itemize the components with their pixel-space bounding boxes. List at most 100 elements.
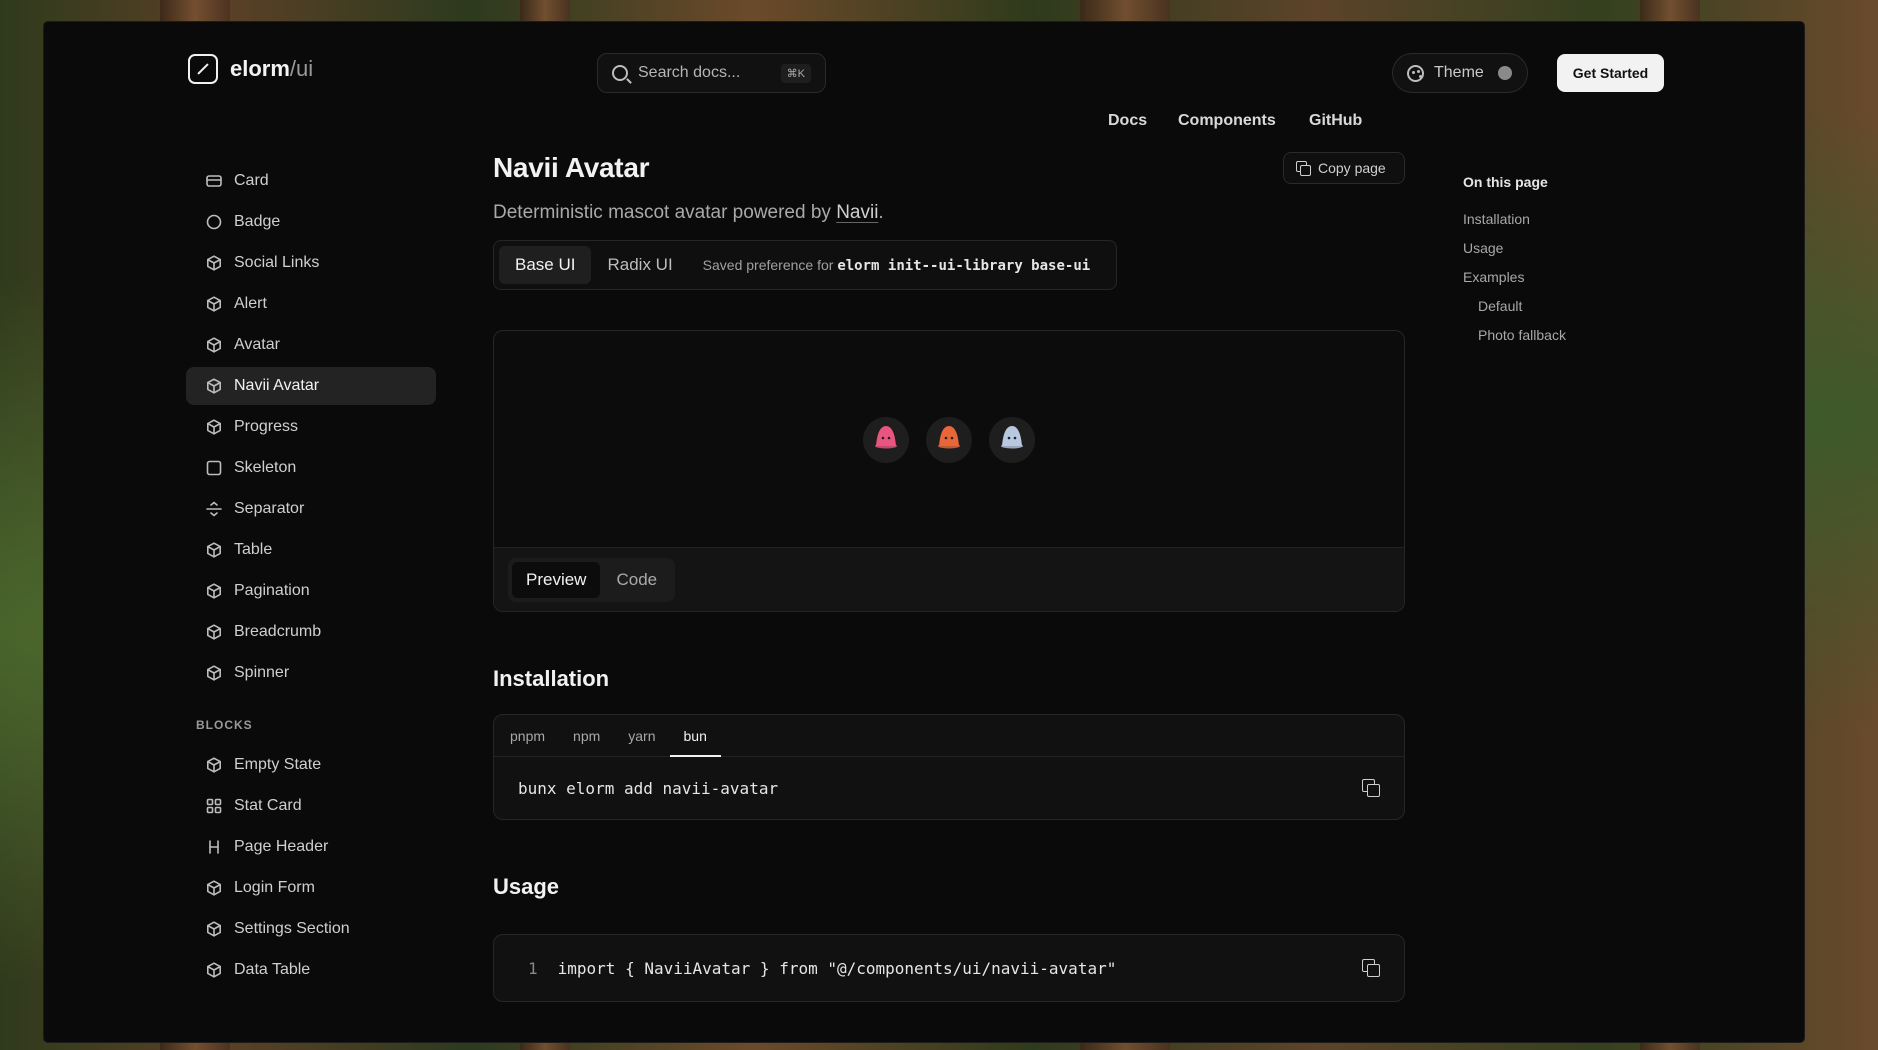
theme-label: Theme	[1434, 64, 1484, 81]
sidebar-item-label: Settings Section	[234, 920, 350, 937]
logo-text: elorm/ui	[230, 56, 314, 81]
ui-library-switcher: Base UI Radix UI Saved preference for el…	[493, 240, 1117, 290]
sidebar-item-label: Login Form	[234, 879, 315, 896]
sidebar-components-list: Card Badge Social Links Alert Avatar Navii Av…	[186, 162, 436, 692]
toc-item-installation[interactable]: Installation	[1463, 204, 1566, 233]
toc-item-photo-fallback[interactable]: Photo fallback	[1463, 320, 1566, 349]
line-number: 1	[528, 958, 538, 978]
sidebar-item-label: Navii Avatar	[234, 377, 320, 394]
nav-github[interactable]: GitHub	[1309, 112, 1362, 130]
installation-code-block: pnpm npm yarn bun bunx elorm add navii-avat…	[493, 714, 1405, 820]
sidebar-item-label: Spinner	[234, 664, 290, 681]
box-icon	[206, 624, 222, 640]
preview-stage	[494, 331, 1404, 548]
box-icon	[206, 583, 222, 599]
sidebar-item-badge[interactable]: Badge	[186, 203, 436, 241]
sidebar-item-separator[interactable]: Separator	[186, 490, 436, 528]
sidebar-item-navii-avatar[interactable]: Navii Avatar	[186, 367, 436, 405]
page-title: Navii Avatar	[493, 152, 650, 183]
sidebar-item-card[interactable]: Card	[186, 162, 436, 200]
toc-item-examples[interactable]: Examples	[1463, 262, 1566, 291]
sidebar-item-data-table[interactable]: Data Table	[186, 951, 436, 989]
theme-toggle[interactable]: Theme	[1392, 53, 1528, 93]
tab-code[interactable]: Code	[602, 562, 671, 598]
sidebar-item-label: Avatar	[234, 336, 280, 353]
site-header: elorm/ui Search docs... ⌘K Docs Componen…	[44, 22, 1804, 129]
tab-pnpm[interactable]: pnpm	[496, 715, 559, 756]
library-preference-note: Saved preference for elorm init--ui-libr…	[702, 256, 1091, 274]
box-icon	[206, 880, 222, 896]
toc-item-usage[interactable]: Usage	[1463, 233, 1566, 262]
tab-bun[interactable]: bun	[669, 715, 722, 757]
installation-heading: Installation	[493, 666, 610, 691]
sidebar-item-avatar[interactable]: Avatar	[186, 326, 436, 364]
sidebar-item-pagination[interactable]: Pagination	[186, 572, 436, 610]
search-shortcut: ⌘K	[780, 63, 811, 83]
copy-icon[interactable]	[1362, 779, 1380, 797]
sidebar-item-skeleton[interactable]: Skeleton	[186, 449, 436, 487]
sidebar-item-label: Alert	[234, 295, 267, 312]
app-window: elorm/ui Search docs... ⌘K Docs Componen…	[44, 22, 1804, 1042]
usage-code: import { NaviiAvatar } from "@/component…	[557, 958, 1117, 978]
sidebar-item-progress[interactable]: Progress	[186, 408, 436, 446]
navii-avatar	[863, 416, 909, 463]
tab-preview[interactable]: Preview	[512, 562, 601, 598]
grid-icon	[206, 798, 222, 814]
main-content: Navii Avatar Copy page Deterministic mas…	[493, 152, 1405, 1002]
sidebar-item-label: Badge	[234, 213, 281, 230]
preview-tabs-bar: Preview Code	[494, 547, 1404, 611]
heading-icon	[206, 839, 222, 855]
sidebar-item-label: Table	[234, 541, 273, 558]
sidebar-item-login-form[interactable]: Login Form	[186, 869, 436, 907]
sidebar-item-label: Social Links	[234, 254, 320, 271]
logo[interactable]: elorm/ui	[188, 54, 313, 84]
component-preview: Preview Code	[493, 330, 1405, 612]
search-placeholder: Search docs...	[638, 64, 741, 81]
toc-list: Installation Usage Examples Default Photo fa…	[1463, 204, 1566, 349]
box-icon	[206, 757, 222, 773]
copy-icon[interactable]	[1362, 959, 1380, 977]
toc-item-default[interactable]: Default	[1463, 291, 1566, 320]
tab-npm[interactable]: npm	[559, 715, 614, 756]
sidebar-item-label: Card	[234, 172, 269, 189]
sidebar-item-empty-state[interactable]: Empty State	[186, 746, 436, 784]
box-icon	[206, 665, 222, 681]
search-icon	[612, 65, 628, 81]
pink-mascot-icon	[872, 424, 900, 455]
theme-indicator	[1497, 66, 1512, 80]
tab-radix-ui[interactable]: Radix UI	[591, 246, 688, 284]
circle-icon	[206, 214, 222, 230]
tab-base-ui[interactable]: Base UI	[499, 246, 592, 284]
card-icon	[206, 173, 222, 189]
toc-title: On this page	[1463, 174, 1548, 190]
sidebar-item-social-links[interactable]: Social Links	[186, 244, 436, 282]
usage-heading: Usage	[493, 874, 560, 899]
box-icon	[206, 255, 222, 271]
sidebar-section-title: BLOCKS	[196, 718, 253, 732]
sidebar-item-breadcrumb[interactable]: Breadcrumb	[186, 613, 436, 651]
navii-link[interactable]: Navii	[836, 202, 878, 223]
sidebar-item-label: Breadcrumb	[234, 623, 322, 640]
nav-docs[interactable]: Docs	[1108, 112, 1147, 130]
box-icon	[206, 962, 222, 978]
sidebar-item-table[interactable]: Table	[186, 531, 436, 569]
square-icon	[206, 460, 222, 476]
nav-components[interactable]: Components	[1178, 112, 1276, 130]
tab-yarn[interactable]: yarn	[614, 715, 669, 756]
box-icon	[206, 921, 222, 937]
sidebar-item-label: Empty State	[234, 756, 322, 773]
sidebar-item-alert[interactable]: Alert	[186, 285, 436, 323]
usage-code-block: 1 import { NaviiAvatar } from "@/compone…	[493, 934, 1405, 1002]
copy-page-label: Copy page	[1318, 160, 1386, 176]
orange-mascot-icon	[935, 424, 963, 455]
sidebar-item-spinner[interactable]: Spinner	[186, 654, 436, 692]
sidebar-item-settings-section[interactable]: Settings Section	[186, 910, 436, 948]
search-input[interactable]: Search docs... ⌘K	[597, 53, 826, 93]
sidebar-item-page-header[interactable]: Page Header	[186, 828, 436, 866]
blue-mascot-icon	[998, 424, 1026, 455]
copy-page-button[interactable]: Copy page	[1283, 152, 1405, 184]
get-started-button[interactable]: Get Started	[1557, 54, 1664, 92]
sidebar-item-stat-card[interactable]: Stat Card	[186, 787, 436, 825]
sidebar: Card Badge Social Links Alert Avatar Navii Av…	[186, 162, 436, 992]
usage-code-line: 1 import { NaviiAvatar } from "@/compone…	[494, 935, 1380, 1001]
